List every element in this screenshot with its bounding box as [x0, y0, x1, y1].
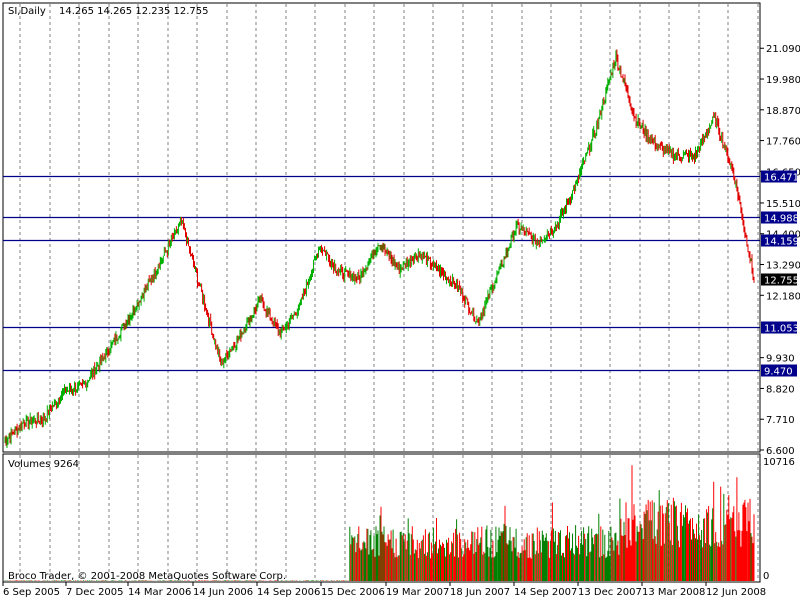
- price-tick-label: 18.870: [766, 106, 800, 117]
- copyright-label: Broco Trader, © 2001-2008 MetaQuotes Sof…: [8, 571, 286, 582]
- price-tick-label: 15.510: [766, 199, 800, 210]
- price-tick-label: 13.290: [766, 261, 800, 272]
- price-tick-label: 7.710: [766, 415, 795, 426]
- price-tick-label: 6.600: [766, 446, 795, 457]
- level-tag-label: 9.470: [764, 367, 793, 378]
- time-tick-label: 14 Jun 2006: [193, 587, 253, 598]
- volume-axis-max: 10716: [763, 457, 795, 468]
- level-tag-label: 16.471: [764, 173, 799, 184]
- time-tick-label: 7 Dec 2005: [66, 587, 124, 598]
- volume-pane[interactable]: Volumes 9264 Broco Trader, © 2001-2008 M…: [2, 453, 761, 583]
- ohlc-label: 14.265 14.265 12.235 12.755: [59, 6, 209, 17]
- price-tick-label: 21.090: [766, 44, 800, 55]
- price-tick-label: 17.760: [766, 137, 800, 148]
- volume-header: Volumes 9264: [8, 459, 79, 470]
- time-tick-label: 12 Jun 2008: [706, 587, 766, 598]
- time-tick-label: 14 Sep 2007: [514, 587, 577, 598]
- level-tag-label: 14.159: [764, 237, 799, 248]
- time-tick-label: 19 Mar 2007: [386, 587, 449, 598]
- time-tick-label: 13 Dec 2007: [578, 587, 642, 598]
- symbol-label: SI,Daily: [8, 6, 46, 17]
- volume-axis-zero: 0: [763, 571, 769, 582]
- chart-window[interactable]: SI,Daily 14.265 14.265 12.235 12.755 21.…: [0, 0, 800, 600]
- time-tick-label: 14 Mar 2006: [128, 587, 191, 598]
- current-price-tag: 12.755: [764, 276, 799, 287]
- price-tick-label: 8.820: [766, 384, 795, 395]
- time-tick-label: 13 Mar 2008: [642, 587, 705, 598]
- price-tick-label: 19.980: [766, 75, 800, 86]
- time-tick-label: 6 Sep 2005: [3, 587, 60, 598]
- level-tag-label: 11.053: [764, 324, 799, 335]
- price-tick-label: 9.930: [766, 354, 795, 365]
- price-tick-label: 12.180: [766, 291, 800, 302]
- time-tick-label: 15 Dec 2006: [321, 587, 385, 598]
- time-tick-label: 18 Jun 2007: [450, 587, 510, 598]
- level-tag-label: 14.988: [764, 214, 799, 225]
- time-tick-label: 14 Sep 2006: [257, 587, 320, 598]
- price-pane[interactable]: SI,Daily 14.265 14.265 12.235 12.755: [2, 2, 761, 453]
